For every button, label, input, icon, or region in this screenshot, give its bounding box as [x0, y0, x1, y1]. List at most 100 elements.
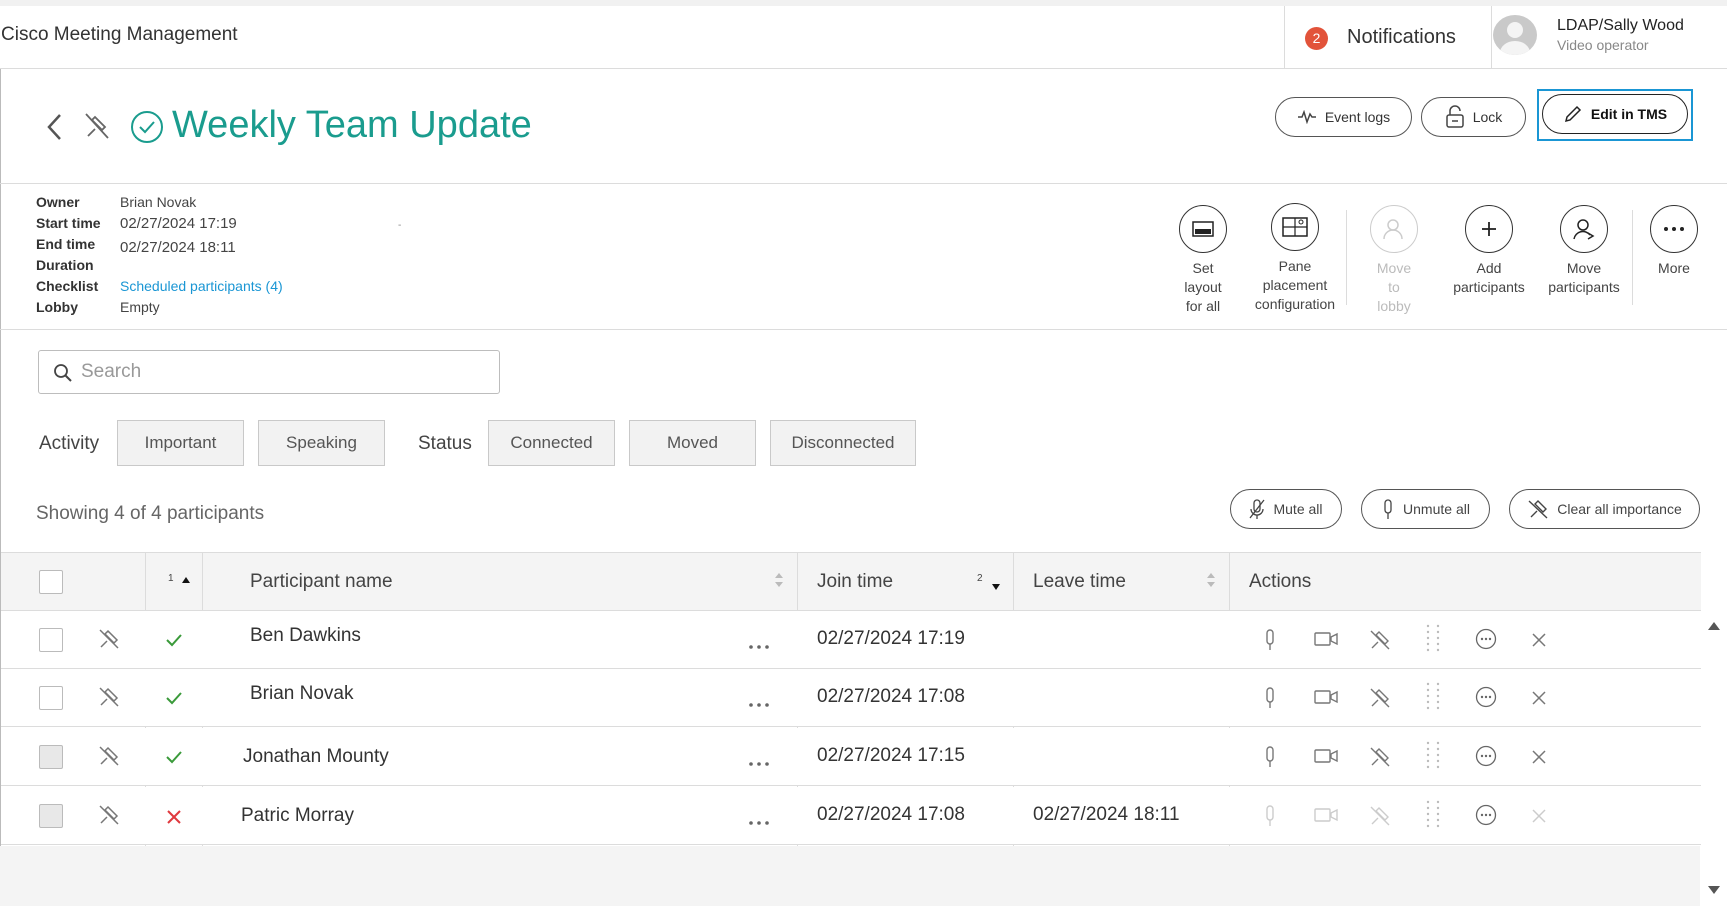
mic-icon[interactable] [1263, 628, 1277, 657]
add-line1: Add [1476, 260, 1502, 276]
avatar[interactable] [1493, 15, 1537, 55]
column-join-time[interactable]: Join time [817, 571, 893, 593]
filter-speaking-button[interactable]: Speaking [258, 420, 385, 466]
row-more-dots-icon[interactable] [748, 637, 770, 655]
move-participant-icon [1560, 205, 1608, 253]
table-empty-area [0, 846, 1700, 906]
column-leave-time[interactable]: Leave time [1033, 571, 1126, 593]
pin-off-icon[interactable] [97, 627, 121, 656]
more-options-circle-icon[interactable] [1475, 804, 1497, 831]
row-more-dots-icon[interactable] [748, 695, 770, 713]
pane-placement-button[interactable]: Pane placement configuration [1250, 203, 1340, 314]
search-input[interactable] [79, 355, 479, 389]
table-row[interactable]: Jonathan Mounty 02/27/2024 17:15 [1, 728, 1701, 786]
drag-handle-icon[interactable] [1423, 799, 1443, 834]
row-more-dots-icon[interactable] [748, 813, 770, 831]
video-camera-icon[interactable] [1314, 807, 1338, 828]
table-row[interactable]: Brian Novak 02/27/2024 17:08 [1, 669, 1701, 727]
event-logs-button[interactable]: Event logs [1275, 97, 1412, 137]
participant-count: Showing 4 of 4 participants [36, 503, 265, 524]
edit-in-tms-button[interactable]: Edit in TMS [1542, 94, 1688, 134]
remove-participant-icon[interactable] [1531, 808, 1547, 829]
lobby-line3: lobby [1377, 298, 1411, 314]
table-scrollbar[interactable] [1702, 614, 1727, 904]
sort-asc-icon[interactable] [181, 571, 191, 589]
pane-line1: Pane [1278, 258, 1312, 274]
row-checkbox[interactable] [39, 628, 63, 652]
pin-off-icon[interactable] [97, 803, 121, 832]
scroll-down-arrow[interactable] [1708, 886, 1720, 894]
sort-neutral-icon[interactable] [774, 571, 784, 594]
lobby-line2: to [1388, 279, 1400, 295]
table-header: 1 Participant name Join time 2 Leave tim… [1, 552, 1701, 611]
mic-icon[interactable] [1263, 686, 1277, 715]
notifications-button[interactable]: 2 Notifications [1284, 6, 1492, 69]
pin-off-icon[interactable] [97, 685, 121, 714]
importance-off-icon[interactable] [1368, 804, 1392, 833]
remove-participant-icon[interactable] [1531, 690, 1547, 711]
sort-desc-icon[interactable] [991, 578, 1001, 596]
set-layout-for-all-button[interactable]: Set layout for all [1158, 205, 1248, 316]
remove-participant-icon[interactable] [1531, 632, 1547, 653]
scheduled-participants-link[interactable]: Scheduled participants (4) [120, 278, 283, 294]
pane-placement-icon [1271, 203, 1319, 251]
clear-all-importance-button[interactable]: Clear all importance [1509, 489, 1700, 529]
row-checkbox[interactable] [39, 686, 63, 710]
sort-neutral-icon[interactable] [1206, 571, 1216, 594]
user-name[interactable]: LDAP/Sally Wood [1557, 17, 1684, 35]
remove-participant-icon[interactable] [1531, 749, 1547, 770]
unmute-all-button[interactable]: Unmute all [1361, 489, 1490, 529]
duration-value: - [398, 220, 402, 231]
add-participants-button[interactable]: Add participants [1444, 205, 1534, 297]
row-checkbox[interactable] [39, 745, 63, 769]
unlock-icon [1445, 105, 1464, 128]
video-camera-icon[interactable] [1314, 748, 1338, 769]
row-checkbox[interactable] [39, 804, 63, 828]
row-more-dots-icon[interactable] [748, 754, 770, 772]
drag-handle-icon[interactable] [1423, 740, 1443, 775]
lock-label: Lock [1472, 109, 1503, 125]
page-title: Weekly Team Update [172, 104, 532, 146]
owner-value: Brian Novak [120, 194, 197, 210]
importance-off-icon[interactable] [1368, 686, 1392, 715]
drag-handle-icon[interactable] [1423, 681, 1443, 716]
pin-off-icon[interactable] [82, 110, 112, 147]
pin-off-icon[interactable] [97, 744, 121, 773]
more-label: More [1658, 260, 1690, 276]
lock-button[interactable]: Lock [1421, 97, 1526, 137]
scroll-up-arrow[interactable] [1708, 622, 1720, 630]
activity-pulse-icon [1297, 110, 1316, 124]
search-icon [53, 363, 73, 388]
status-filter-label: Status [418, 433, 472, 454]
mic-icon[interactable] [1263, 745, 1277, 774]
more-options-circle-icon[interactable] [1475, 686, 1497, 713]
filter-disconnected-button[interactable]: Disconnected [770, 420, 916, 466]
avatar-person-icon [1500, 22, 1530, 55]
lobby-label: Lobby [36, 299, 78, 315]
start-time-label: Start time [36, 215, 101, 231]
move-to-lobby-button[interactable]: Move to lobby [1349, 205, 1439, 316]
back-chevron-icon[interactable] [44, 112, 66, 147]
move-participants-button[interactable]: Move participants [1539, 205, 1629, 297]
mic-icon[interactable] [1263, 804, 1277, 833]
more-options-circle-icon[interactable] [1475, 628, 1497, 655]
importance-off-icon[interactable] [1368, 628, 1392, 657]
select-all-checkbox[interactable] [39, 570, 63, 594]
importance-off-icon[interactable] [1368, 745, 1392, 774]
table-row[interactable]: Ben Dawkins 02/27/2024 17:19 [1, 611, 1701, 669]
drag-handle-icon[interactable] [1423, 623, 1443, 658]
filter-important-button[interactable]: Important [117, 420, 244, 466]
table-row[interactable]: Patric Morray 02/27/2024 17:08 02/27/2024 … [1, 787, 1701, 845]
more-button[interactable]: More [1629, 205, 1719, 278]
video-camera-icon[interactable] [1314, 689, 1338, 710]
pane-line2: placement [1262, 277, 1328, 293]
column-participant-name[interactable]: Participant name [250, 571, 393, 593]
app-title: Cisco Meeting Management [1, 24, 238, 45]
mute-all-button[interactable]: Mute all [1230, 489, 1342, 529]
unmute-all-label: Unmute all [1403, 501, 1470, 517]
more-options-circle-icon[interactable] [1475, 745, 1497, 772]
video-camera-icon[interactable] [1314, 631, 1338, 652]
filter-moved-button[interactable]: Moved [629, 420, 756, 466]
filter-connected-button[interactable]: Connected [488, 420, 615, 466]
search-box[interactable] [38, 350, 500, 394]
